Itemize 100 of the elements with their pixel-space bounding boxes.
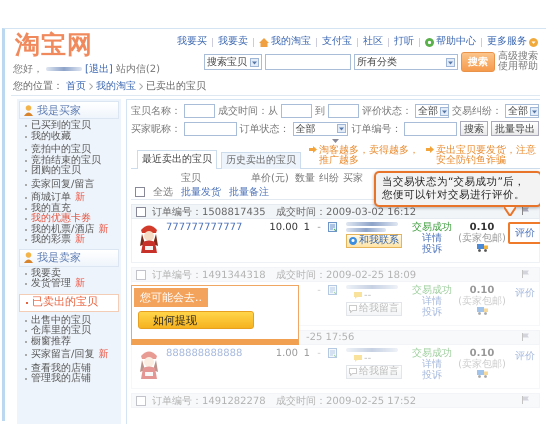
dropdown[interactable]: 全部 — [415, 104, 449, 118]
search-scope-dropdown[interactable]: 搜索宝贝 — [204, 54, 262, 70]
order-link[interactable]: 投诉 — [422, 244, 442, 255]
amount: 0.10 — [470, 348, 494, 359]
column-header: 数量 — [295, 172, 316, 184]
field-label: 评价状态： — [362, 104, 412, 118]
column-header: 纠纷 — [319, 172, 340, 184]
bubble-icon — [354, 292, 362, 299]
caret-icon — [440, 106, 449, 116]
message-icon — [349, 305, 357, 313]
category-dropdown[interactable]: 所有分类 — [354, 54, 458, 70]
section-title: 我是买家 — [37, 102, 81, 118]
quantity: 1 — [304, 222, 310, 233]
batch-link[interactable]: 批量备注 — [229, 184, 269, 198]
checkbox[interactable] — [136, 206, 146, 216]
nav-link[interactable]: 我要买 — [177, 36, 207, 48]
filter-button[interactable]: 搜索 — [460, 121, 488, 136]
nav-link[interactable]: 更多服务 — [487, 36, 527, 48]
checkbox[interactable] — [136, 396, 146, 406]
sidebar-item[interactable]: 已买到的宝贝 — [17, 121, 121, 132]
breadcrumb-label: 您的位置： — [13, 80, 63, 93]
order-time: 成交时间：2009-02-25 18:09 — [276, 268, 416, 282]
item-title-link[interactable]: 777777777777 — [166, 222, 242, 233]
messages-link[interactable]: 站内信(2) — [116, 62, 160, 76]
dropdown[interactable]: 全部 — [292, 122, 348, 136]
chat-icon — [349, 237, 357, 245]
sidebar-item[interactable]: 我的收藏 — [17, 132, 121, 142]
dispute-value: - — [317, 222, 321, 233]
field-label: 交易纠纷： — [452, 104, 502, 118]
sidebar-item[interactable]: 我的机票/酒店 — [31, 224, 94, 235]
pointer-icon — [426, 146, 434, 153]
tab[interactable]: 历史卖出的宝贝 — [221, 152, 301, 169]
withdraw-button[interactable]: 如何提现 — [138, 311, 254, 329]
order-status: 交易成功 — [412, 222, 452, 233]
flag-icon — [522, 333, 529, 341]
nav-link[interactable]: 支付宝 — [322, 36, 352, 48]
chevron-icon — [89, 82, 93, 90]
sidebar-item[interactable]: 仓库里的宝贝 — [17, 326, 121, 336]
new-label: 新 — [75, 279, 85, 290]
caret-icon — [337, 124, 346, 133]
filter-button[interactable]: 批量导出 — [491, 121, 540, 136]
sidebar-item[interactable]: 我的彩票 — [31, 235, 71, 246]
buyer-note: -- — [364, 354, 372, 363]
sidebar-item[interactable]: 我要卖 — [17, 268, 121, 279]
sidebar-item[interactable]: 管理我的店铺 — [17, 374, 121, 384]
sidebar-item[interactable]: 我的直充 — [17, 204, 121, 214]
nav-link[interactable]: 社区 — [363, 36, 383, 48]
batch-link[interactable]: 批量发货 — [181, 184, 221, 198]
search-link[interactable]: 高级搜索 — [498, 52, 538, 62]
nav-link[interactable]: 我要卖 — [218, 36, 248, 48]
new-label: 新 — [75, 193, 85, 204]
search-field[interactable] — [265, 54, 351, 70]
blurred-name — [346, 222, 398, 226]
dropdown[interactable]: 全部 — [505, 104, 539, 118]
breadcrumb-link[interactable]: 首页 — [66, 79, 86, 93]
input-field[interactable] — [184, 104, 215, 118]
contact-button[interactable]: 和我联系 — [346, 234, 402, 248]
checkbox[interactable] — [136, 270, 146, 280]
rate-link[interactable]: 评价 — [508, 222, 540, 244]
flag-icon — [522, 396, 529, 404]
logout-link[interactable]: [退出] — [85, 62, 113, 76]
person-icon — [24, 104, 33, 116]
amount: 0.10 — [470, 285, 494, 296]
nav-link[interactable]: 帮助中心 — [436, 36, 476, 48]
breadcrumb-link[interactable]: 我的淘宝 — [96, 79, 136, 93]
sidebar-item[interactable]: 我的优惠卡券 — [17, 214, 121, 224]
input-field[interactable] — [281, 104, 312, 118]
order-link[interactable]: 详情 — [422, 233, 442, 244]
sidebar-item[interactable]: 买家留言/回复 — [31, 350, 94, 360]
sidebar-item[interactable]: 商城订单 — [31, 193, 71, 204]
input-field[interactable] — [184, 122, 237, 136]
nav-link[interactable]: 打听 — [394, 36, 414, 48]
flag-icon — [522, 270, 529, 278]
sidebar-item[interactable]: 卖家回复/留言 — [17, 180, 121, 190]
search-link[interactable]: 使用帮助 — [498, 62, 538, 72]
dispute-value: - — [317, 285, 321, 296]
truck-icon — [476, 370, 488, 378]
home-icon — [259, 38, 269, 46]
sidebar-item[interactable]: 出售中的宝贝 — [17, 316, 121, 326]
sidebar-item[interactable]: 查看我的店铺 — [17, 364, 121, 374]
chevron-icon — [139, 82, 143, 90]
blurred-name — [346, 285, 398, 289]
sidebar-item[interactable]: 竞拍结束的宝贝 — [17, 156, 121, 166]
nav-link[interactable]: 我的淘宝 — [271, 36, 311, 48]
memo-icon — [328, 348, 337, 358]
sidebar-item[interactable]: 团购的宝贝 — [17, 166, 121, 176]
checkbox[interactable] — [135, 186, 145, 196]
new-label: 新 — [98, 224, 108, 235]
quantity: 1 — [304, 348, 310, 359]
input-field[interactable] — [328, 104, 359, 118]
sidebar-item[interactable]: 橱窗推荐 — [17, 336, 121, 347]
sidebar-item[interactable]: 竞拍中的宝贝 — [17, 145, 121, 156]
breadcrumb-current: 已卖出的宝贝 — [146, 80, 206, 93]
sidebar-item[interactable]: 发货管理 — [31, 279, 71, 290]
field-label: 宝贝名称： — [131, 104, 181, 118]
input-field[interactable] — [404, 122, 458, 136]
caret-icon — [446, 58, 455, 66]
sidebar-item[interactable]: 已卖出的宝贝 — [19, 294, 119, 312]
flag-icon — [522, 207, 529, 215]
tab[interactable]: 最近卖出的宝贝 — [137, 150, 217, 169]
